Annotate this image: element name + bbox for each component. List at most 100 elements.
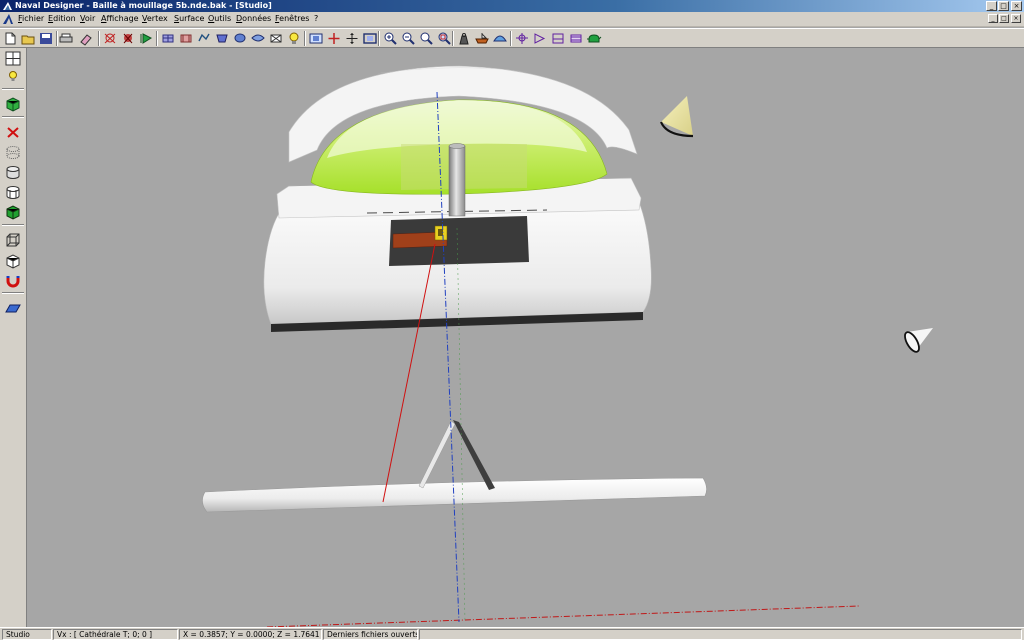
surface-a-button[interactable] — [160, 31, 176, 46]
surface-c-icon — [198, 33, 210, 42]
menu-fichier[interactable]: Fichier — [18, 14, 44, 23]
save-file-button[interactable] — [38, 31, 54, 46]
hydro-weight-icon — [459, 33, 469, 45]
surface-b-button[interactable] — [178, 31, 194, 46]
section-d-button[interactable] — [568, 31, 584, 46]
menu-surface[interactable]: Surface — [174, 14, 204, 23]
status-bar: Studio Vx : [ Cathédrale T; 0; 0 ] X = 0… — [0, 627, 1024, 640]
section-d-icon — [570, 34, 582, 43]
menu-help[interactable]: ? — [314, 14, 318, 23]
mdi-minimize-button[interactable]: _ — [988, 14, 998, 23]
section-a-button[interactable] — [514, 31, 530, 46]
title-bar[interactable]: Naval Designer - Baille à mouillage 5b.n… — [0, 0, 1024, 12]
scene-canvas[interactable] — [27, 48, 1024, 627]
magnet-tool-button[interactable] — [3, 272, 23, 289]
vertex-select-button[interactable] — [102, 31, 118, 46]
document-logo-icon[interactable] — [3, 14, 13, 24]
status-coordinates: X = 0.3857; Y = 0.0000; Z = 1.7641 — [179, 629, 322, 640]
open-file-button[interactable] — [20, 31, 36, 46]
menu-fenetres[interactable]: Fenêtres — [275, 14, 309, 23]
zoom-minus-button[interactable] — [400, 31, 416, 46]
cylinder-outline-tool-button[interactable] — [3, 184, 23, 201]
green-box-icon — [6, 205, 20, 220]
hydro-boat-icon — [475, 33, 489, 44]
hydro-dome-button[interactable] — [492, 31, 508, 46]
zoom-in-button[interactable] — [382, 31, 398, 46]
zoom-window-icon — [438, 32, 451, 45]
hydro-boat-button[interactable] — [474, 31, 490, 46]
green-cube-icon — [6, 97, 20, 112]
section-c-icon — [552, 33, 564, 44]
surface-c-button[interactable] — [196, 31, 212, 46]
mast-pole[interactable] — [448, 143, 466, 217]
floor-axis-line — [266, 605, 860, 627]
toolbar-separator — [156, 31, 158, 46]
eraser-button[interactable] — [78, 31, 94, 46]
surface-f-icon — [251, 34, 265, 42]
light-bulb-button[interactable] — [286, 31, 302, 46]
magnet-icon — [6, 276, 20, 288]
view-frame-button[interactable] — [362, 31, 378, 46]
view-pan-button[interactable] — [344, 31, 360, 46]
mdi-restore-button[interactable]: □ — [999, 14, 1009, 23]
surface-f-button[interactable] — [250, 31, 266, 46]
plane-tool-button[interactable] — [3, 300, 23, 317]
menu-edition[interactable]: Edition — [48, 14, 76, 23]
vertex-select-icon — [104, 33, 116, 44]
support-struts[interactable] — [418, 420, 495, 490]
status-mode: Studio — [2, 629, 52, 640]
section-b-button[interactable] — [532, 31, 548, 46]
wire-cube-tool-button[interactable] — [3, 232, 23, 249]
cylinder-outline-icon — [6, 186, 20, 199]
minimize-button[interactable]: _ — [986, 1, 997, 11]
surface-e-button[interactable] — [232, 31, 248, 46]
grid-tool-button[interactable] — [3, 50, 23, 67]
section-c-button[interactable] — [550, 31, 566, 46]
menu-donnees[interactable]: Données — [236, 14, 271, 23]
left-toolbar-separator — [2, 88, 24, 90]
menu-voir[interactable]: Voir — [80, 14, 95, 23]
window-title: Naval Designer - Baille à mouillage 5b.n… — [15, 1, 272, 10]
menu-outils[interactable]: Outils — [208, 14, 231, 23]
surface-d-icon — [216, 34, 228, 43]
hydro-weight-button[interactable] — [456, 31, 472, 46]
green-box-tool-button[interactable] — [3, 204, 23, 221]
light-tool-button[interactable] — [3, 68, 23, 85]
hydro-dome-icon — [493, 35, 507, 42]
main-toolbar — [0, 28, 1024, 48]
section-a-icon — [516, 33, 528, 44]
spot-light-cone-right[interactable] — [902, 328, 933, 354]
mdi-close-button[interactable]: × — [1011, 14, 1021, 23]
close-button[interactable]: × — [1011, 1, 1022, 11]
zoom-window-button[interactable] — [436, 31, 452, 46]
spot-light-cone-top[interactable] — [659, 96, 694, 138]
menu-affichage[interactable]: Affichage — [101, 14, 139, 23]
left-toolbar-separator — [2, 224, 24, 226]
left-toolbar — [0, 48, 27, 627]
zoom-in-icon — [384, 32, 397, 45]
status-empty-panel — [419, 629, 1022, 640]
vertex-weld-button[interactable] — [120, 31, 136, 46]
maximize-button[interactable]: □ — [998, 1, 1009, 11]
render-teapot-button[interactable] — [586, 31, 602, 46]
menu-vertex[interactable]: Vertex — [142, 14, 168, 23]
print-button[interactable] — [58, 31, 74, 46]
vertex-play-button[interactable] — [138, 31, 154, 46]
cylinder-tool-button[interactable] — [3, 164, 23, 181]
view-move-icon — [328, 33, 340, 44]
status-vertex: Vx : [ Cathédrale T; 0; 0 ] — [53, 629, 178, 640]
view-fit-button[interactable] — [308, 31, 324, 46]
surface-a-icon — [162, 34, 174, 43]
surface-g-button[interactable] — [268, 31, 284, 46]
surface-d-button[interactable] — [214, 31, 230, 46]
studio-3d-viewport[interactable] — [27, 48, 1024, 627]
view-move-button[interactable] — [326, 31, 342, 46]
delete-tool-button[interactable] — [3, 124, 23, 141]
wire-box-tool-button[interactable] — [3, 252, 23, 269]
zoom-out-button[interactable] — [418, 31, 434, 46]
new-file-button[interactable] — [2, 31, 18, 46]
section-b-icon — [534, 33, 546, 44]
left-toolbar-separator — [2, 116, 24, 118]
dotted-cylinder-tool-button[interactable] — [3, 144, 23, 161]
green-cube-tool-button[interactable] — [3, 96, 23, 113]
